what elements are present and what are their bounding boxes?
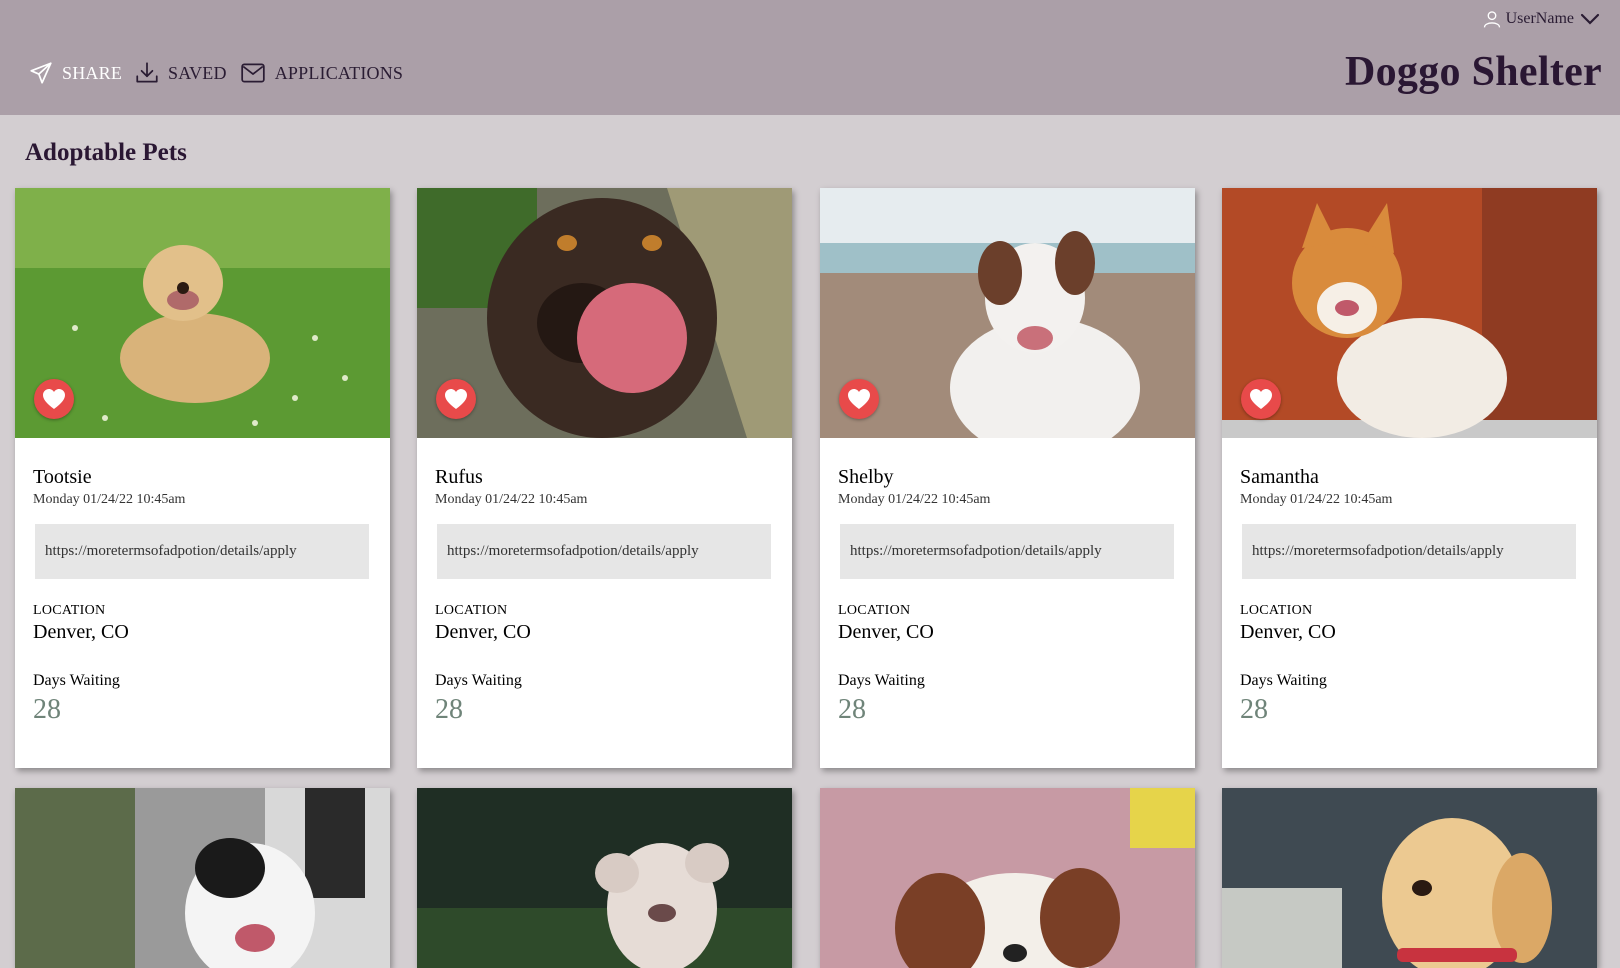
days-waiting-value: 28 (435, 694, 463, 725)
saved-button[interactable]: SAVED (134, 60, 227, 86)
location-value: Denver, CO (838, 621, 934, 643)
days-waiting-label: Days Waiting (33, 672, 120, 689)
location-label: LOCATION (838, 603, 911, 618)
favorite-button[interactable] (1241, 379, 1281, 419)
location-label: LOCATION (1240, 603, 1313, 618)
pet-card[interactable] (417, 788, 792, 968)
download-icon (136, 62, 158, 83)
days-waiting-value: 28 (1240, 694, 1268, 725)
dog-photo-illustration (820, 788, 1195, 968)
app-header: SHARE SAVED APPLICATIONS UserName Doggo … (0, 0, 1620, 115)
header-nav: SHARE SAVED APPLICATIONS (28, 58, 415, 88)
pet-card[interactable]: Samantha Monday 01/24/22 10:45am https:/… (1222, 188, 1597, 768)
location-label: LOCATION (435, 603, 508, 618)
user-menu[interactable]: UserName (1482, 8, 1604, 30)
dog-photo-illustration (15, 788, 390, 968)
pet-card[interactable]: Rufus Monday 01/24/22 10:45am https://mo… (417, 188, 792, 768)
apply-link[interactable]: https://moretermsofadpotion/details/appl… (437, 524, 771, 579)
location-value: Denver, CO (33, 621, 129, 643)
location-value: Denver, CO (1240, 621, 1336, 643)
pet-card[interactable]: Tootsie Monday 01/24/22 10:45am https://… (15, 188, 390, 768)
pet-photo[interactable] (15, 188, 390, 438)
location-value: Denver, CO (435, 621, 531, 643)
share-button[interactable]: SHARE (28, 60, 122, 86)
pet-card[interactable] (15, 788, 390, 968)
days-waiting-value: 28 (33, 694, 61, 725)
pet-card[interactable] (1222, 788, 1597, 968)
pet-card-body: Tootsie Monday 01/24/22 10:45am https://… (15, 438, 390, 768)
pet-photo[interactable] (1222, 788, 1597, 968)
pet-date: Monday 01/24/22 10:45am (33, 492, 186, 507)
pet-date: Monday 01/24/22 10:45am (1240, 492, 1393, 507)
apply-link[interactable]: https://moretermsofadpotion/details/appl… (1242, 524, 1576, 579)
apply-link[interactable]: https://moretermsofadpotion/details/appl… (840, 524, 1174, 579)
pet-card[interactable]: Shelby Monday 01/24/22 10:45am https://m… (820, 188, 1195, 768)
days-waiting-label: Days Waiting (435, 672, 522, 689)
pet-name: Samantha (1240, 466, 1319, 488)
pet-photo[interactable] (15, 788, 390, 968)
pet-photo[interactable] (1222, 188, 1597, 438)
heart-icon (1250, 389, 1272, 409)
applications-label: APPLICATIONS (274, 62, 404, 83)
pet-card-body: Samantha Monday 01/24/22 10:45am https:/… (1222, 438, 1597, 768)
heart-icon (445, 389, 467, 409)
saved-label: SAVED (168, 62, 227, 83)
pet-name: Shelby (838, 466, 894, 488)
user-icon (1483, 11, 1500, 28)
days-waiting-label: Days Waiting (838, 672, 925, 689)
pet-photo[interactable] (417, 788, 792, 968)
pet-photo[interactable] (820, 188, 1195, 438)
dog-photo-illustration (1222, 788, 1597, 968)
user-name: UserName (1505, 10, 1574, 27)
pet-date: Monday 01/24/22 10:45am (435, 492, 588, 507)
brand-title: Doggo Shelter (1344, 49, 1602, 95)
pet-name: Tootsie (33, 466, 92, 488)
pet-photo[interactable] (820, 788, 1195, 968)
pet-date: Monday 01/24/22 10:45am (838, 492, 991, 507)
send-icon (30, 62, 52, 84)
pet-name: Rufus (435, 466, 483, 488)
page-title: Adoptable Pets (25, 139, 187, 166)
apply-link[interactable]: https://moretermsofadpotion/details/appl… (35, 524, 369, 579)
location-label: LOCATION (33, 603, 106, 618)
days-waiting-label: Days Waiting (1240, 672, 1327, 689)
heart-icon (848, 389, 870, 409)
applications-button[interactable]: APPLICATIONS (239, 60, 403, 86)
favorite-button[interactable] (34, 379, 74, 419)
share-label: SHARE (62, 62, 123, 83)
pet-card-body: Rufus Monday 01/24/22 10:45am https://mo… (417, 438, 792, 768)
chevron-down-icon (1580, 13, 1600, 25)
heart-icon (43, 389, 65, 409)
favorite-button[interactable] (839, 379, 879, 419)
pet-card-body: Shelby Monday 01/24/22 10:45am https://m… (820, 438, 1195, 768)
pet-photo[interactable] (417, 188, 792, 438)
days-waiting-value: 28 (838, 694, 866, 725)
pet-card[interactable] (820, 788, 1195, 968)
favorite-button[interactable] (436, 379, 476, 419)
mail-icon (241, 63, 265, 83)
dog-photo-illustration (417, 788, 792, 968)
